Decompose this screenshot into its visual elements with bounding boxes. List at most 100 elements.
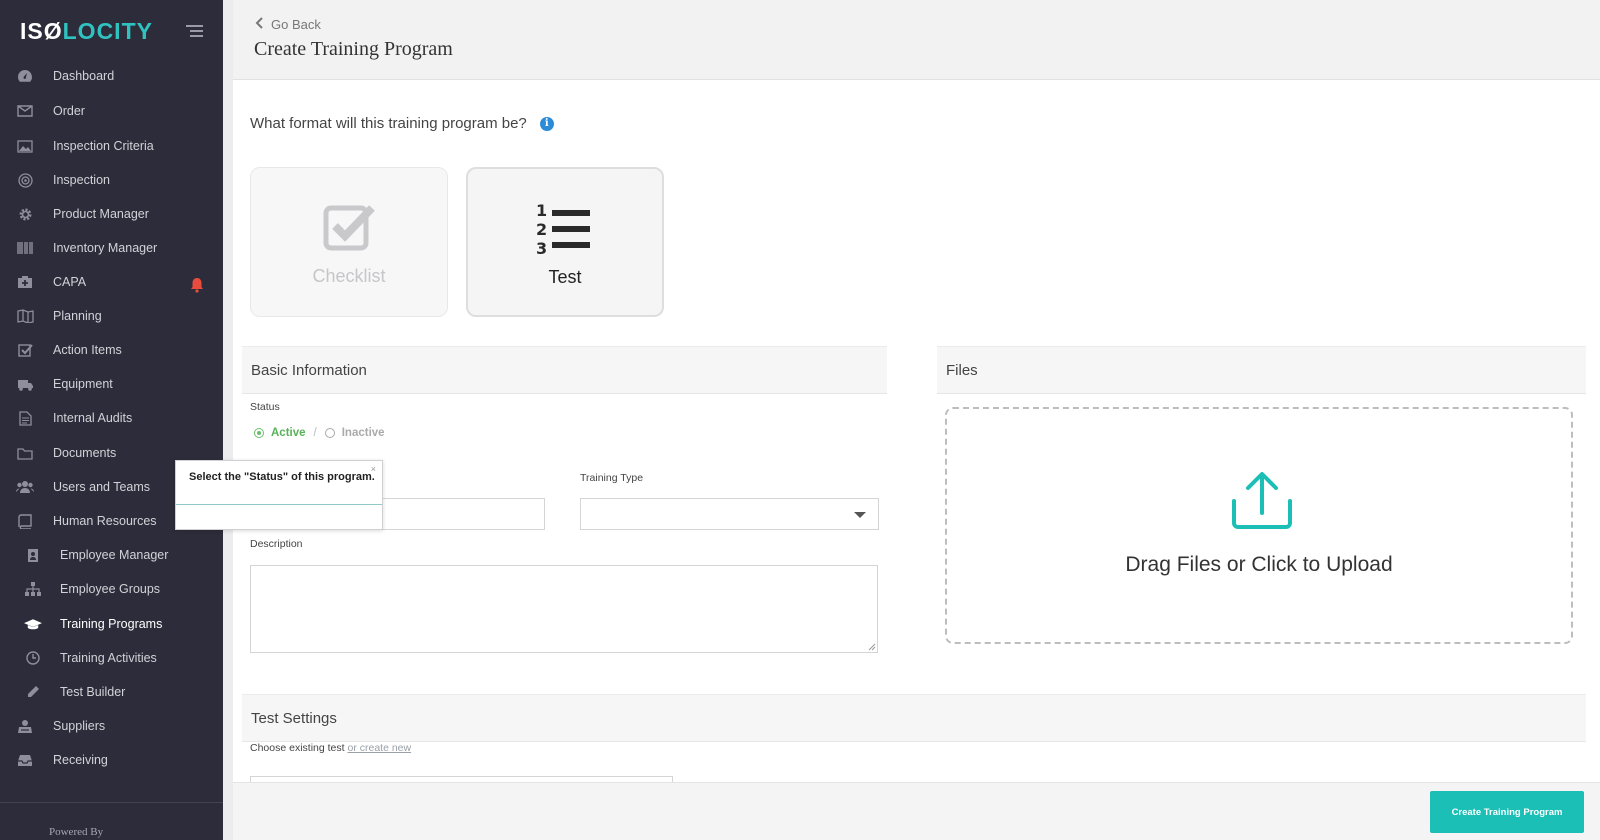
sidebar-item-action-items[interactable]: Action Items <box>0 333 223 367</box>
sidebar-item-label: Planning <box>53 309 102 323</box>
sidebar-item-label: Inventory Manager <box>53 241 158 255</box>
active-radio[interactable] <box>254 428 264 438</box>
sidebar-item-label: Training Activities <box>60 651 157 665</box>
sidebar-item-inspection[interactable]: Inspection <box>0 163 223 197</box>
sidebar-item-label: Action Items <box>53 343 122 357</box>
sidebar-item-training-programs[interactable]: Training Programs <box>0 607 223 641</box>
clock-icon <box>24 651 42 665</box>
inactive-radio[interactable] <box>324 428 335 438</box>
inactive-option-label[interactable]: Inactive <box>342 427 385 439</box>
sidebar-item-label: Inspection Criteria <box>53 139 154 153</box>
menu-toggle-icon[interactable] <box>186 25 203 40</box>
sidebar-item-training-activities[interactable]: Training Activities <box>0 641 223 675</box>
resize-handle-icon[interactable] <box>868 643 876 651</box>
graduation-cap-icon <box>24 617 42 631</box>
sidebar-item-product-manager[interactable]: Product Manager <box>0 197 223 231</box>
description-textarea[interactable] <box>250 565 878 653</box>
powered-by-text: Powered By <box>49 826 104 838</box>
users-icon <box>16 480 34 494</box>
numbered-list-icon: 1 2 3 <box>536 201 590 257</box>
upload-icon <box>1232 472 1292 529</box>
test-settings-heading: Test Settings <box>242 694 1586 742</box>
supplier-icon <box>16 719 34 733</box>
sidebar-item-label: Training Programs <box>60 617 163 631</box>
dashboard-icon <box>16 69 34 83</box>
pencil-icon <box>24 685 42 699</box>
go-back-label: Go Back <box>271 16 321 32</box>
format-option-test[interactable]: 1 2 3 Test <box>466 167 664 317</box>
files-heading: Files <box>937 346 1586 394</box>
status-tooltip: Select the "Status" of this program. × <box>175 460 383 530</box>
sidebar-item-label: CAPA <box>53 275 87 289</box>
sidebar-item-inventory-manager[interactable]: Inventory Manager <box>0 231 223 265</box>
sidebar-item-label: Dashboard <box>53 69 115 83</box>
checklist-icon <box>323 205 375 251</box>
check-square-icon <box>16 343 34 357</box>
sidebar-item-label: Employee Manager <box>60 548 169 562</box>
sidebar-item-label: Order <box>53 104 85 118</box>
basic-information-heading: Basic Information <box>242 346 887 394</box>
brand-logo[interactable]: ISØLOCITY <box>20 18 153 45</box>
sidebar-item-test-builder[interactable]: Test Builder <box>0 675 223 709</box>
inbox-icon <box>16 104 34 118</box>
folder-icon <box>16 446 34 460</box>
files-title: Files <box>946 361 978 379</box>
gear-icon <box>16 207 34 221</box>
brand-logo-part2: LOCITY <box>62 18 153 44</box>
sidebar-item-receiving[interactable]: Receiving <box>0 743 223 777</box>
brand-logo-part1: ISØ <box>20 18 63 44</box>
caret-down-icon <box>854 512 866 518</box>
sidebar-item-label: Employee Groups <box>60 582 161 596</box>
sidebar-gutter <box>223 0 233 840</box>
create-new-test-link[interactable]: or create new <box>347 742 411 754</box>
bell-icon[interactable] <box>190 277 204 293</box>
sidebar-item-label: Users and Teams <box>53 480 151 494</box>
active-option-label[interactable]: Active <box>271 427 306 439</box>
status-label: Status <box>250 401 280 413</box>
barcode-icon <box>16 241 34 255</box>
id-badge-icon <box>24 548 42 562</box>
checklist-label: Checklist <box>312 266 386 286</box>
file-text-icon <box>16 410 34 426</box>
tooltip-divider <box>176 504 382 505</box>
status-radio-group: Active / Inactive <box>254 427 385 439</box>
sidebar-item-label: Internal Audits <box>53 411 133 425</box>
training-type-select[interactable] <box>580 498 879 530</box>
close-icon[interactable]: × <box>371 464 376 474</box>
sidebar-item-suppliers[interactable]: Suppliers <box>0 709 223 743</box>
sidebar-item-internal-audits[interactable]: Internal Audits <box>0 401 223 435</box>
tooltip-text: Select the "Status" of this program. <box>189 471 375 483</box>
image-icon <box>16 139 34 153</box>
sidebar-item-employee-manager[interactable]: Employee Manager <box>0 538 223 572</box>
format-option-checklist[interactable]: Checklist <box>250 167 448 317</box>
map-icon <box>16 309 34 323</box>
sidebar-item-label: Documents <box>53 446 117 460</box>
svg-text:1: 1 <box>536 201 547 220</box>
file-dropzone[interactable]: Drag Files or Click to Upload <box>945 407 1573 644</box>
info-icon[interactable]: i <box>539 116 554 131</box>
sidebar-item-inspection-criteria[interactable]: Inspection Criteria <box>0 129 223 163</box>
truck-icon <box>16 377 34 391</box>
tray-icon <box>16 753 34 767</box>
sidebar-item-dashboard[interactable]: Dashboard <box>0 59 223 93</box>
training-type-label: Training Type <box>580 472 644 484</box>
sidebar-item-planning[interactable]: Planning <box>0 299 223 333</box>
sidebar-item-label: Inspection <box>53 173 110 187</box>
page-title: Create Training Program <box>254 38 453 60</box>
svg-text:2: 2 <box>536 220 547 239</box>
sidebar-item-label: Human Resources <box>53 514 157 528</box>
book-icon <box>16 513 34 529</box>
sitemap-icon <box>24 582 42 596</box>
sidebar-item-equipment[interactable]: Equipment <box>0 367 223 401</box>
test-settings-title: Test Settings <box>251 709 337 727</box>
sidebar-item-order[interactable]: Order <box>0 94 223 128</box>
page-header: Go Back Create Training Program <box>233 0 1600 80</box>
svg-text:3: 3 <box>536 239 547 257</box>
target-icon <box>16 172 34 188</box>
description-label: Description <box>250 538 303 550</box>
go-back-link[interactable]: Go Back <box>255 16 321 32</box>
sidebar-item-label: Receiving <box>53 753 108 767</box>
sidebar: ISØLOCITY Dashboard Order Inspection Cri… <box>0 0 223 840</box>
sidebar-item-employee-groups[interactable]: Employee Groups <box>0 572 223 606</box>
create-training-program-button[interactable]: Create Training Program <box>1430 791 1584 833</box>
